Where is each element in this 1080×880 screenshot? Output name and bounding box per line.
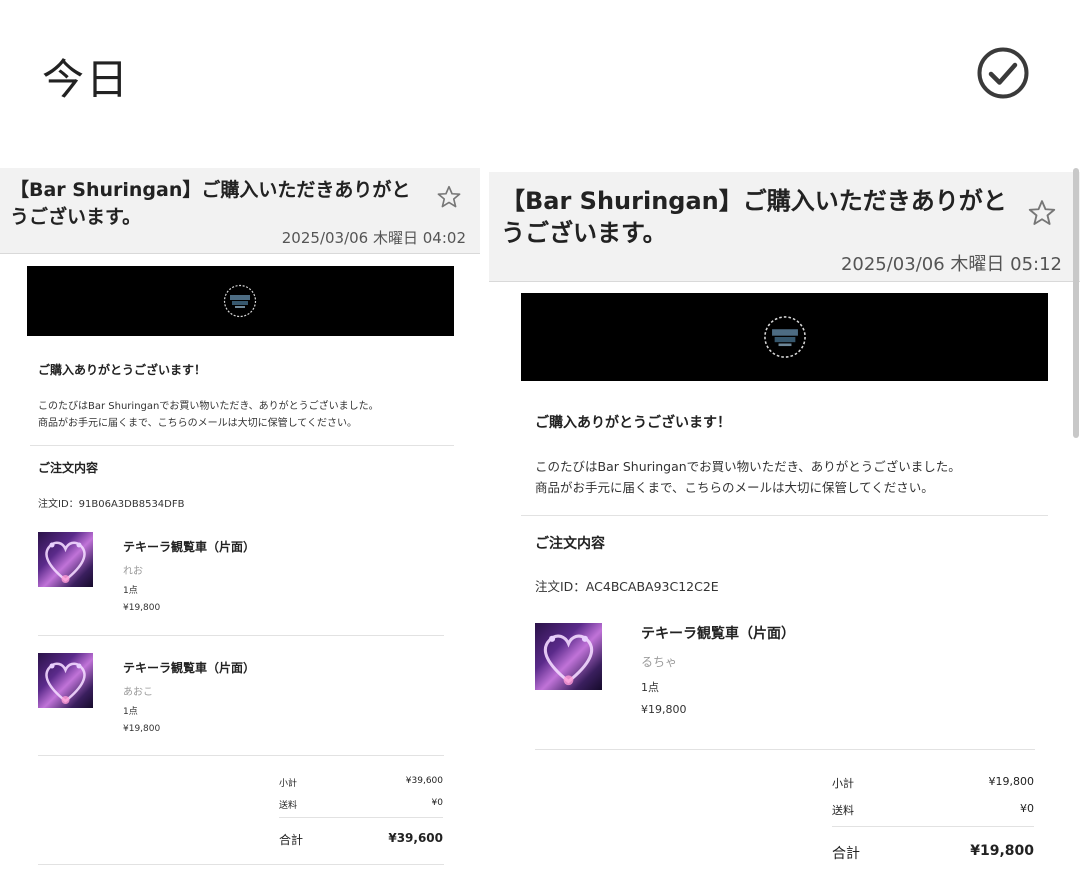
divider (38, 864, 444, 865)
subtotal-label: 小計 (832, 777, 854, 790)
shop-banner (27, 266, 454, 336)
order-id: 注文ID：AC4BCABA93C12C2E (535, 579, 719, 594)
shipping-value: ¥0 (1020, 802, 1034, 815)
order-heading: ご注文内容 (38, 461, 99, 475)
item-quantity: 1点 (123, 707, 138, 717)
shipping-label: 送料 (832, 804, 854, 817)
email-subject: 【Bar Shuringan】ご購入いただきありがとうございます。 (501, 187, 1007, 247)
item-variant: あおこ (123, 687, 153, 698)
divider (279, 817, 443, 818)
subtotal-row: 小計 ¥39,600 (279, 776, 443, 789)
order-heading: ご注文内容 (535, 536, 605, 552)
message-line: このたびはBar Shuringanでお買い物いただき、ありがとうございました。 (38, 401, 379, 412)
subtotal-value: ¥39,600 (405, 776, 443, 786)
thanks-heading: ご購入ありがとうございます！ (535, 415, 731, 431)
order-item[interactable]: テキーラ観覧車（片面） あおこ 1点 ¥19,800 (38, 653, 444, 743)
thanks-heading: ご購入ありがとうございます！ (38, 363, 207, 377)
page-title: 今日 (42, 55, 131, 104)
item-variant: れお (123, 566, 143, 577)
item-name: テキーラ観覧車（片面） (123, 540, 256, 554)
total-row: 合計 ¥19,800 (832, 843, 1034, 863)
total-value: ¥19,800 (970, 843, 1034, 859)
product-thumbnail[interactable] (535, 623, 602, 690)
total-label: 合計 (279, 833, 304, 847)
message-line: 商品がお手元に届くまで、こちらのメールは大切に保管してください。 (38, 418, 357, 429)
bar-logo-icon (764, 316, 806, 358)
order-item[interactable]: テキーラ観覧車（片面） れお 1点 ¥19,800 (38, 532, 444, 622)
divider (535, 749, 1035, 750)
item-quantity: 1点 (123, 586, 138, 596)
item-price: ¥19,800 (641, 703, 687, 716)
subtotal-row: 小計 ¥19,800 (832, 775, 1034, 791)
email-subject-bar: 【Bar Shuringan】ご購入いただきありがとうございます。 2025/0… (0, 168, 480, 254)
divider (38, 755, 444, 756)
bar-logo-icon (223, 284, 257, 318)
subtotal-value: ¥19,800 (988, 775, 1035, 788)
email-subject: 【Bar Shuringan】ご購入いただきありがとうございます。 (10, 179, 411, 228)
item-name: テキーラ観覧車（片面） (123, 661, 256, 675)
order-item[interactable]: テキーラ観覧車（片面） るちゃ 1点 ¥19,800 (535, 623, 1035, 733)
shipping-row: 送料 ¥0 (279, 798, 443, 811)
item-variant: るちゃ (641, 655, 678, 669)
divider (832, 826, 1034, 827)
total-label: 合計 (832, 846, 860, 862)
divider (38, 635, 444, 636)
divider (30, 445, 454, 446)
email-subject-bar: 【Bar Shuringan】ご購入いただきありがとうございます。 2025/0… (489, 172, 1080, 282)
email-date: 2025/03/06 木曜日 04:02 (281, 229, 466, 247)
page-header: 今日 (0, 0, 1080, 150)
subtotal-label: 小計 (279, 779, 298, 789)
check-circle-icon[interactable] (976, 46, 1030, 100)
item-name: テキーラ観覧車（片面） (641, 626, 795, 642)
shipping-row: 送料 ¥0 (832, 802, 1034, 818)
item-quantity: 1点 (641, 681, 659, 694)
message-line: このたびはBar Shuringanでお買い物いただき、ありがとうございました。 (535, 459, 961, 474)
product-thumbnail[interactable] (38, 532, 93, 587)
shipping-label: 送料 (279, 801, 298, 811)
order-id: 注文ID：91B06A3DB8534DFB (38, 499, 185, 510)
star-icon[interactable] (436, 184, 462, 210)
total-row: 合計 ¥39,600 (279, 831, 443, 848)
item-price: ¥19,800 (123, 724, 161, 734)
total-value: ¥39,600 (388, 831, 443, 845)
divider (521, 515, 1048, 516)
shop-banner (521, 293, 1048, 381)
shipping-value: ¥0 (431, 798, 443, 808)
item-price: ¥19,800 (123, 603, 161, 613)
scrollbar[interactable] (1073, 168, 1079, 438)
email-date: 2025/03/06 木曜日 05:12 (840, 254, 1062, 275)
email-card-left[interactable]: 【Bar Shuringan】ご購入いただきありがとうございます。 2025/0… (0, 168, 480, 880)
message-line: 商品がお手元に届くまで、こちらのメールは大切に保管してください。 (535, 480, 934, 495)
star-icon[interactable] (1027, 198, 1057, 228)
email-card-right[interactable]: 【Bar Shuringan】ご購入いただきありがとうございます。 2025/0… (489, 168, 1080, 880)
product-thumbnail[interactable] (38, 653, 93, 708)
